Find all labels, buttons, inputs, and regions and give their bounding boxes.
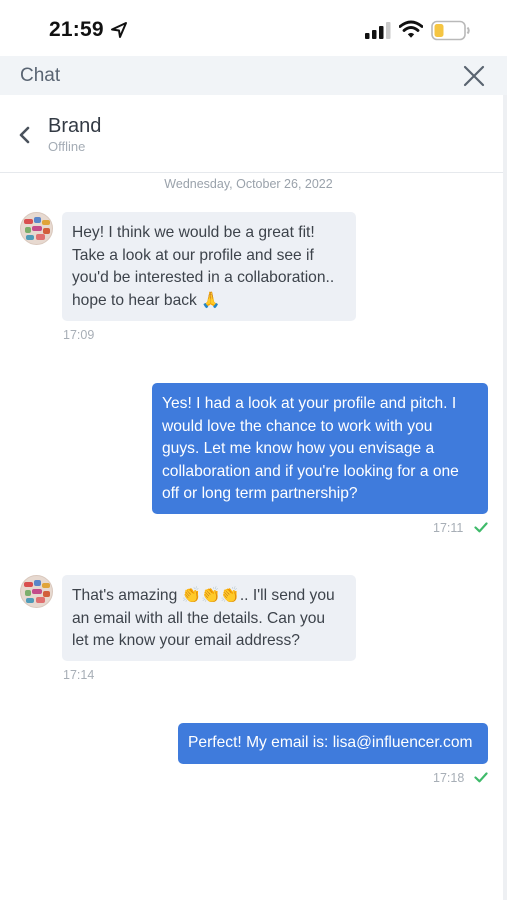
date-separator: Wednesday, October 26, 2022 [164, 177, 333, 191]
location-arrow-icon [111, 22, 127, 38]
chat-title: Chat [20, 65, 61, 86]
message-line: Perfect! My email is: lisa@influencer.co… [188, 734, 473, 751]
message-time: 17:18 [433, 771, 465, 785]
chat-title-bar: Chat [0, 56, 507, 95]
message-line: would love the chance to work with you [162, 417, 433, 435]
message-line: guys. Let me know how you envisage a [162, 440, 435, 457]
wifi-icon [399, 20, 423, 38]
read-check-icon [474, 772, 488, 783]
message-bubble-incoming: Hey! I think we would be a great fit! Ta… [62, 212, 356, 321]
message-time: 17:09 [63, 328, 95, 342]
message-line: collaboration and if you're looking for … [162, 462, 459, 480]
status-bar: 21:59 [0, 0, 507, 56]
message-line: an email with all the details. Can you [72, 609, 326, 627]
message-bubble-incoming: That's amazing 👏👏👏.. I'll send you an em… [62, 575, 356, 661]
chevron-left-icon[interactable] [18, 126, 32, 144]
message-bubble-outgoing: Perfect! My email is: lisa@influencer.co… [178, 723, 488, 764]
contact-name: Brand [48, 115, 102, 137]
cellular-signal-icon [365, 22, 391, 39]
close-icon[interactable] [462, 64, 486, 88]
message-time: 17:14 [63, 668, 95, 682]
message-line: Take a look at our profile and see if [72, 246, 314, 264]
brand-avatar [20, 212, 53, 245]
scrollbar-track[interactable] [503, 95, 507, 900]
message-line: off or long term partnership? [162, 485, 358, 502]
message-line: Hey! I think we would be a great fit! [72, 224, 315, 241]
read-check-icon [474, 522, 488, 533]
message-time: 17:11 [433, 521, 464, 535]
message-bubble-outgoing: Yes! I had a look at your profile and pi… [152, 383, 488, 514]
battery-low-icon [431, 20, 470, 41]
contact-status: Offline [48, 139, 86, 154]
message-line: you'd be interested in a collaboration.. [72, 269, 335, 286]
brand-avatar [20, 575, 53, 608]
status-time: 21:59 [49, 18, 104, 41]
message-line: Yes! I had a look at your profile and pi… [162, 395, 457, 412]
message-line: That's amazing 👏👏👏.. I'll send you [72, 587, 335, 604]
message-line: hope to hear back 🙏 [72, 291, 221, 309]
message-line: let me know your email address? [72, 632, 300, 649]
contact-header: Brand Offline [0, 95, 507, 173]
